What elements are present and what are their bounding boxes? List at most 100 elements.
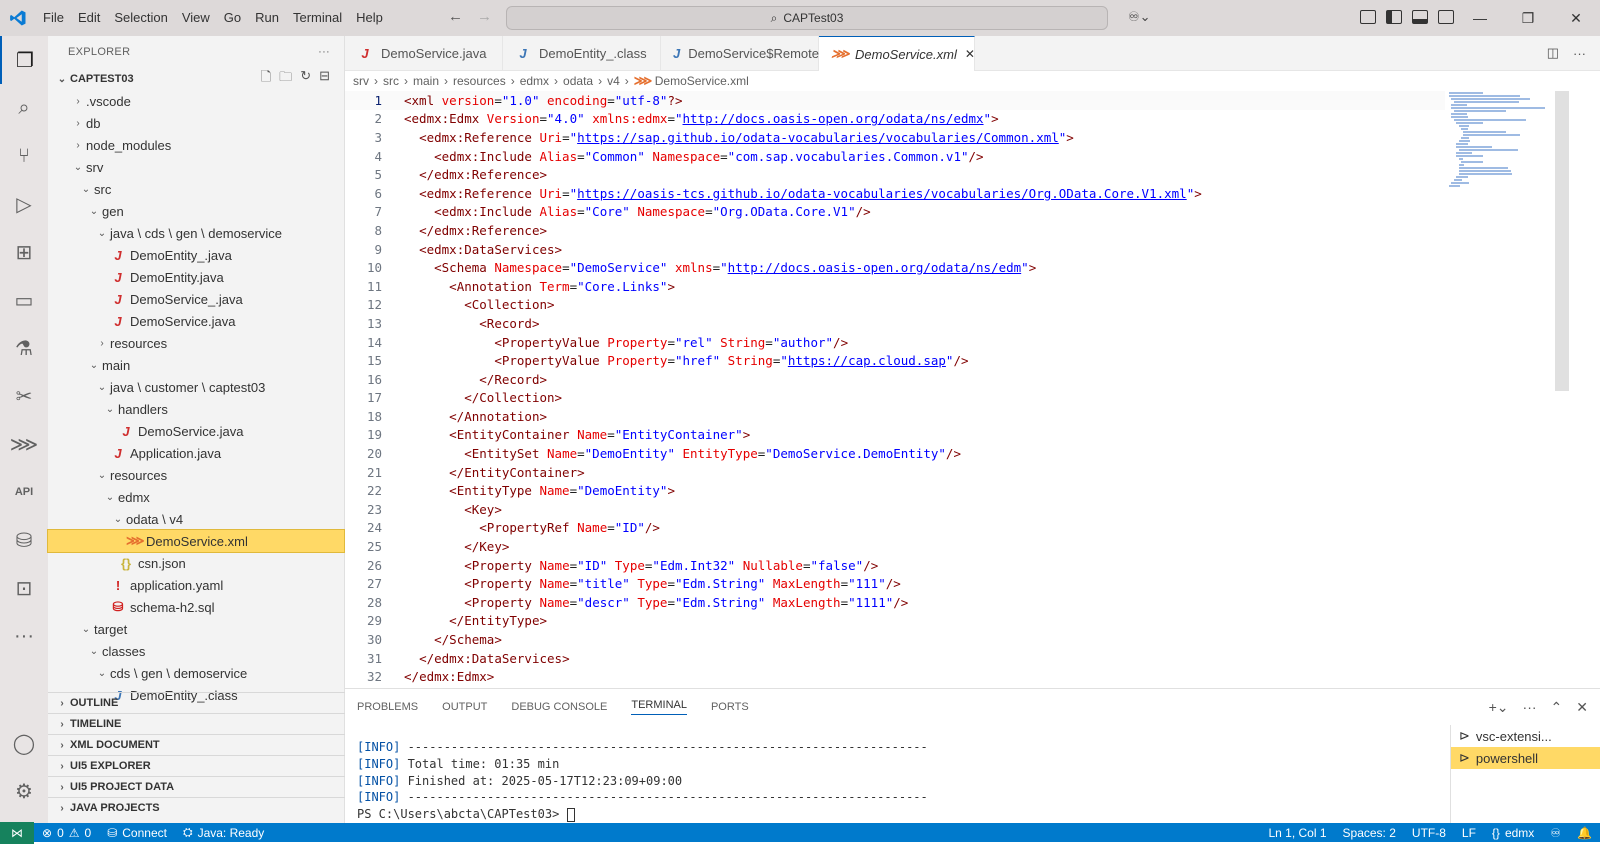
tree-item[interactable]: ⌄ odata \ v4 [48,508,344,530]
maximize-panel-icon[interactable]: ⌃ [1551,699,1563,716]
more-icon[interactable]: ··· [0,612,48,660]
menu-item-help[interactable]: Help [349,0,390,36]
tree-item[interactable]: › node_modules [48,134,344,156]
section-ui5-project-data[interactable]: › UI5 PROJECT DATA [48,776,345,797]
tree-item[interactable]: ⌄ gen [48,200,344,222]
menu-item-file[interactable]: File [36,0,71,36]
connect-status[interactable]: ⛁ Connect [99,826,175,840]
terminal-instance[interactable]: ⊳ vsc-extensi... [1451,725,1600,747]
section-ui5-explorer[interactable]: › UI5 EXPLORER [48,755,345,776]
tree-item[interactable]: ! application.yaml [48,574,344,596]
menu-item-go[interactable]: Go [217,0,248,36]
close-window-icon[interactable]: ✕ [1552,0,1600,36]
tree-item[interactable]: ⌄ java \ customer \ captest03 [48,376,344,398]
collapse-all-icon[interactable]: ⊟ [319,68,330,90]
end-of-line[interactable]: LF [1454,826,1484,840]
breadcrumb-item[interactable]: DemoService.xml [655,74,749,88]
section-java-projects[interactable]: › JAVA PROJECTS [48,797,345,818]
tree-item[interactable]: ⌄ resources [48,464,344,486]
toggle-panel-icon[interactable] [1412,10,1428,24]
editor-tab[interactable]: ⋙ DemoService.xml ✕ [819,36,975,71]
panel-tab-problems[interactable]: PROBLEMS [357,701,418,713]
split-editor-icon[interactable]: ◫ [1547,45,1559,61]
cursor-position[interactable]: Ln 1, Col 1 [1260,826,1334,840]
copilot-status-icon[interactable]: ♾ [1542,826,1569,840]
tree-item[interactable]: ⌄ edmx [48,486,344,508]
remote-explorer-icon[interactable]: ▭ [0,276,48,324]
new-folder-icon[interactable]: 🗀 [279,68,292,90]
extensions-icon[interactable]: ⊞ [0,228,48,276]
editor-tab[interactable]: J DemoService$Remote.class [661,36,852,71]
minimap[interactable] [1445,91,1555,687]
problems-status[interactable]: ⊗ 0 ⚠ 0 [34,826,99,840]
command-center-search[interactable]: ⌕ CAPTest03 [506,6,1108,30]
explorer-icon[interactable]: ❐ [0,36,48,84]
project-root[interactable]: ⌄ CAPTEST03 🗋 🗀 ↻ ⊟ [48,68,344,90]
tree-item[interactable]: {} csn.json [48,552,344,574]
encoding[interactable]: UTF-8 [1404,826,1454,840]
tree-item[interactable]: ⌄ classes [48,640,344,662]
code-editor[interactable]: 1 <xml version="1.0" encoding="utf-8"?> 2 <… [345,91,1445,687]
tree-item[interactable]: ⌄ java \ cds \ gen \ demoservice [48,222,344,244]
close-tab-icon[interactable]: ✕ [965,47,975,61]
menu-item-view[interactable]: View [175,0,217,36]
menu-item-terminal[interactable]: Terminal [286,0,349,36]
tree-item[interactable]: ⌄ handlers [48,398,344,420]
section-outline[interactable]: › OUTLINE [48,692,345,713]
more-actions-icon[interactable]: ··· [1573,46,1586,61]
testing-icon[interactable]: ⚗ [0,324,48,372]
panel-tab-terminal[interactable]: TERMINAL [631,699,687,715]
breadcrumb-item[interactable]: resources [453,74,506,88]
tree-item[interactable]: J DemoService.java [48,310,344,332]
minimize-icon[interactable]: — [1456,0,1504,36]
tree-item[interactable]: ⌄ srv [48,156,344,178]
breadcrumb-item[interactable]: v4 [607,74,620,88]
breadcrumb-item[interactable]: srv [353,74,369,88]
sap-icon[interactable]: ⋙ [0,420,48,468]
settings-gear-icon[interactable]: ⚙ [0,767,48,815]
run-debug-icon[interactable]: ▷ [0,180,48,228]
new-terminal-icon[interactable]: +⌄ [1489,699,1509,716]
database-icon[interactable]: ⛁ [0,516,48,564]
tree-item[interactable]: ⛁ schema-h2.sql [48,596,344,618]
section-xml-document[interactable]: › XML DOCUMENT [48,734,345,755]
breadcrumb-item[interactable]: edmx [520,74,549,88]
more-actions-icon[interactable]: ··· [318,46,330,58]
tree-item[interactable]: ⌄ target [48,618,344,640]
notifications-icon[interactable]: 🔔 [1569,826,1600,840]
remote-indicator-icon[interactable]: ⋈ [0,821,34,844]
api-icon[interactable]: API [0,468,48,516]
tree-item[interactable]: J Application.java [48,442,344,464]
tree-item[interactable]: J DemoEntity_.java [48,244,344,266]
toggle-sidebar-icon[interactable] [1386,10,1402,24]
editor-scrollbar[interactable] [1555,91,1569,391]
tree-item[interactable]: J DemoService_.java [48,288,344,310]
close-panel-icon[interactable]: ✕ [1576,699,1588,716]
menu-item-run[interactable]: Run [248,0,286,36]
back-arrow-icon[interactable]: ← [448,8,463,25]
account-icon[interactable]: ◯ [0,719,48,767]
section-timeline[interactable]: › TIMELINE [48,713,345,734]
java-status[interactable]: ⛭ Java: Ready [175,825,272,840]
tree-item[interactable]: ⌄ main [48,354,344,376]
tree-item[interactable]: J DemoService.java [48,420,344,442]
tree-item[interactable]: ⌄ src [48,178,344,200]
source-control-icon[interactable]: ⑂ [0,132,48,180]
forward-arrow-icon[interactable]: → [477,8,492,25]
breadcrumb-item[interactable]: main [413,74,439,88]
storage-icon[interactable]: ⊡ [0,564,48,612]
editor-tab[interactable]: J DemoEntity_.class [503,36,661,71]
restore-icon[interactable]: ❐ [1504,0,1552,36]
search-icon[interactable]: ⌕ [0,84,48,132]
indentation[interactable]: Spaces: 2 [1335,826,1404,840]
toggle-secondary-sidebar-icon[interactable] [1438,10,1454,24]
refresh-icon[interactable]: ↻ [300,68,311,90]
terminal-instance[interactable]: ⊳ powershell [1451,747,1600,769]
tools-icon[interactable]: ✂ [0,372,48,420]
editor-tab[interactable]: J DemoService.java [345,36,503,71]
menu-item-selection[interactable]: Selection [107,0,174,36]
breadcrumb-item[interactable]: odata [563,74,593,88]
menu-item-edit[interactable]: Edit [71,0,107,36]
panel-tab-ports[interactable]: PORTS [711,701,749,713]
tree-item[interactable]: ⌄ cds \ gen \ demoservice [48,662,344,684]
